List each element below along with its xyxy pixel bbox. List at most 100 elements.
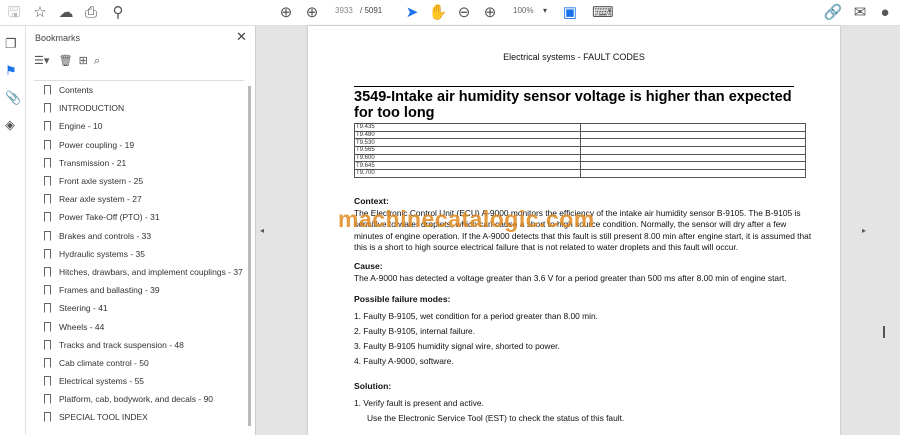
expand-right-icon[interactable]: ▸ [862,226,866,235]
table-row: T9.480 [354,130,806,140]
scrollbar[interactable] [248,86,251,426]
bookmark-item[interactable]: Tracks and track suspension - 48 [34,336,244,354]
close-icon[interactable]: ✕ [236,29,247,45]
model-table: T9.435 T9.480 T9.530 T9.565 T9.600 T9.645 T9.7… [354,123,806,178]
chevron-down-icon[interactable]: ▾ [543,6,547,15]
bookmark-label: Brakes and controls - 33 [59,230,152,241]
bookmark-item[interactable]: Steering - 41 [34,299,244,317]
bookmark-icon [44,376,51,387]
bookmark-label: Rear axle system - 27 [59,194,142,205]
bookmark-item[interactable]: Hydraulic systems - 35 [34,245,244,263]
bookmark-label: Hydraulic systems - 35 [59,248,145,259]
hand-tool-icon[interactable]: ✋ [428,3,448,23]
bookmark-label: Electrical systems - 55 [59,376,145,387]
bookmark-icon [44,230,51,241]
solution-heading: Solution: [354,381,392,391]
next-page-icon[interactable]: ⊕ [302,3,322,23]
email-icon[interactable]: ✉ [850,3,870,23]
bookmark-icon [44,394,51,405]
bookmark-tools: ☰▾ 🗑 ⊞ ⌕ [34,54,100,68]
fit-page-icon[interactable]: ▣ [560,3,580,23]
delete-icon[interactable]: 🗑 [59,55,73,67]
bookmark-item[interactable]: Power coupling - 19 [34,136,244,154]
bookmark-item[interactable]: Contents [34,81,244,99]
bookmark-icon [44,412,51,423]
left-rail: ❐ ⚑ 📎 ◈ [0,26,26,435]
bookmark-label: Hitches, drawbars, and implement couplin… [59,266,243,277]
zoom-out-icon[interactable]: ⊖ [454,3,474,23]
print-icon[interactable]: ⎙ [81,3,101,23]
collapse-left-icon[interactable]: ◂ [260,226,264,235]
bookmark-icon [44,103,51,114]
upload-cloud-icon[interactable]: ☁ [56,3,76,23]
model-cell: T9.565 [354,146,581,155]
failure-mode-item: 2. Faulty B-9105, internal failure. [354,325,476,336]
empty-cell [579,153,806,163]
attachment-icon[interactable]: 📎 [5,90,21,106]
page-total: / 5091 [360,6,383,15]
empty-cell [579,138,806,148]
bookmark-item[interactable]: Transmission - 21 [34,154,244,172]
empty-cell [579,123,806,132]
bookmark-label: Tracks and track suspension - 48 [59,339,184,350]
find-bookmark-icon[interactable]: ⌕ [94,55,100,67]
bookmark-item[interactable]: Hitches, drawbars, and implement couplin… [34,263,244,281]
bookmark-icon [44,357,51,368]
page-number-input[interactable]: 3933 [335,6,353,15]
empty-cell [579,161,806,171]
bookmark-icon [44,85,51,96]
model-cell: T9.480 [354,130,581,140]
options-menu-icon[interactable]: ☰▾ [34,55,49,67]
bookmark-icon [44,194,51,205]
bookmark-icon [44,339,51,350]
bookmark-item[interactable]: Power Take-Off (PTO) - 31 [34,208,244,226]
bookmark-icon [44,303,51,314]
page-header: Electrical systems - FAULT CODES [503,52,645,62]
bookmark-item[interactable]: Wheels - 44 [34,317,244,335]
bookmark-icon [44,248,51,259]
bookmark-list: Contents INTRODUCTION Engine - 10 Power cou… [34,80,244,427]
bookmark-item[interactable]: SPECIAL TOOL INDEX [34,408,244,426]
bookmark-item[interactable]: Brakes and controls - 33 [34,227,244,245]
layers-icon[interactable]: ◈ [5,117,15,133]
search-icon[interactable]: ⚲ [108,3,128,23]
share-link-icon[interactable]: 🔗 [823,3,843,23]
bookmark-icon [44,266,51,277]
bookmark-label: Platform, cab, bodywork, and decals - 90 [59,394,214,405]
select-cursor-icon[interactable]: ➤ [402,3,422,23]
panel-title: Bookmarks [35,33,81,43]
bookmark-icon [44,121,51,132]
bookmark-item[interactable]: Platform, cab, bodywork, and decals - 90 [34,390,244,408]
table-row: T9.565 [354,146,806,155]
zoom-select[interactable]: 100% [513,6,533,15]
bookmark-label: Transmission - 21 [59,157,127,168]
bookmark-item[interactable]: Engine - 10 [34,117,244,135]
bookmark-icon [44,157,51,168]
pdf-page: Electrical systems - FAULT CODES 3549-In… [308,26,840,435]
bookmark-item[interactable]: Frames and ballasting - 39 [34,281,244,299]
bookmark-item[interactable]: INTRODUCTION [34,99,244,117]
table-row: T9.700 [354,169,806,178]
document-viewer: ◂ ▸ Electrical systems - FAULT CODES 354… [256,26,900,435]
page-scrollbar[interactable] [883,326,885,338]
toolbar: 🖫 ☆ ☁ ⎙ ⚲ ⊕ ⊕ 3933 / 5091 ➤ ✋ ⊖ ⊕ 100% ▾… [0,0,900,26]
add-bookmark-icon[interactable]: ⊞ [79,55,88,67]
star-icon[interactable]: ☆ [30,3,50,23]
save-icon[interactable]: 🖫 [4,3,24,23]
model-cell: T9.645 [354,161,581,171]
cause-text: The A-9000 has detected a voltage greate… [354,272,787,283]
pages-icon[interactable]: ❐ [5,36,17,52]
bookmark-item[interactable]: Electrical systems - 55 [34,372,244,390]
solution-step: 1. Verify fault is present and active. [354,397,484,408]
zoom-in-icon[interactable]: ⊕ [480,3,500,23]
bookmark-item[interactable]: Rear axle system - 27 [34,190,244,208]
prev-page-icon[interactable]: ⊕ [276,3,296,23]
bookmark-label: Power Take-Off (PTO) - 31 [59,212,160,223]
account-icon[interactable]: ● [875,3,895,23]
bookmark-item[interactable]: Cab climate control - 50 [34,354,244,372]
bookmark-icon[interactable]: ⚑ [5,63,17,79]
bookmark-label: INTRODUCTION [59,103,125,114]
bookmark-item[interactable]: Front axle system - 25 [34,172,244,190]
empty-cell [579,146,806,155]
read-mode-icon[interactable]: ⌨ [592,3,614,23]
